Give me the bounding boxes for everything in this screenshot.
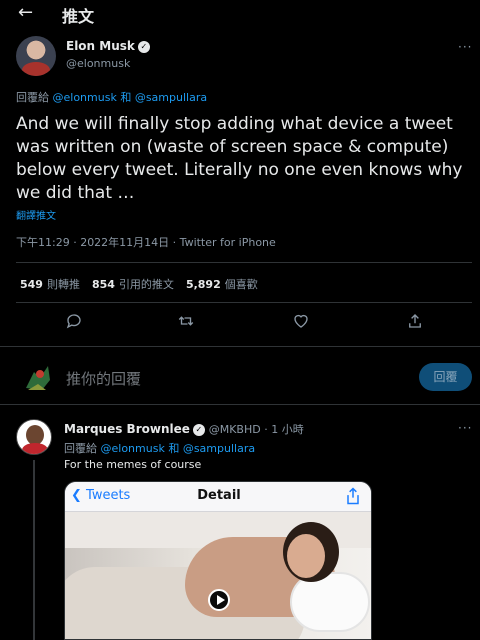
reply-input[interactable]: 推你的回覆 xyxy=(66,368,141,389)
likes-count: 5,892 xyxy=(185,278,221,291)
mention-link[interactable]: @sampullara xyxy=(135,91,207,104)
replying-prefix: 回覆給 xyxy=(64,442,97,455)
my-avatar[interactable] xyxy=(20,360,54,394)
photo-pillow xyxy=(290,572,370,632)
replying-and: 和 xyxy=(120,91,132,104)
media-share-icon xyxy=(343,485,363,511)
quotes-stat[interactable]: 854 引用的推文 xyxy=(92,276,174,292)
author-name-label: Elon Musk xyxy=(66,39,135,53)
replying-and: 和 xyxy=(168,442,180,455)
media-nav-title: Detail xyxy=(197,488,241,503)
mention-link[interactable]: @elonmusk xyxy=(101,442,165,455)
more-options-icon[interactable]: ··· xyxy=(458,421,472,435)
verified-badge-icon: ✓ xyxy=(137,40,150,53)
more-options-icon[interactable]: ··· xyxy=(458,40,472,54)
share-icon[interactable] xyxy=(406,312,424,330)
replying-prefix: 回覆給 xyxy=(16,91,49,104)
mention-link[interactable]: @sampullara xyxy=(183,442,255,455)
reply-icon[interactable] xyxy=(65,312,83,330)
reply-media[interactable]: ❮ Tweets Detail xyxy=(64,481,372,640)
like-icon[interactable] xyxy=(292,312,310,330)
photo-face xyxy=(287,534,325,578)
avatar-marques-brownlee[interactable] xyxy=(16,419,52,455)
retweets-label: 則轉推 xyxy=(46,278,80,291)
thread-line xyxy=(33,460,35,640)
reply-replying-to: 回覆給 @elonmusk 和 @sampullara xyxy=(64,440,255,456)
reply-header: Marques Brownlee ✓ @MKBHD · 1 小時 xyxy=(64,421,304,437)
likes-stat[interactable]: 5,892 個喜歡 xyxy=(186,276,258,292)
reply-author-handle[interactable]: @MKBHD xyxy=(209,423,261,436)
reply-text: For the memes of course xyxy=(64,458,202,471)
compose-reply: 推你的回覆 回覆 xyxy=(0,352,480,402)
tweet-actions xyxy=(0,312,480,336)
avatar-elon-musk[interactable] xyxy=(16,36,56,76)
replying-to: 回覆給 @elonmusk 和 @sampullara xyxy=(16,89,207,105)
retweets-stat[interactable]: 549 則轉推 xyxy=(20,276,80,292)
media-nav-bar: ❮ Tweets Detail xyxy=(65,482,371,512)
reply-button[interactable]: 回覆 xyxy=(419,363,472,391)
reply-author-name[interactable]: Marques Brownlee xyxy=(64,422,190,436)
reply-time: · 1 小時 xyxy=(260,423,304,436)
top-bar: ← 推文 xyxy=(0,0,480,28)
retweet-icon[interactable] xyxy=(177,312,195,330)
divider xyxy=(0,346,480,347)
author-handle[interactable]: @elonmusk xyxy=(66,57,130,70)
divider xyxy=(16,262,472,263)
tweet-stats: 549 則轉推 854 引用的推文 5,892 個喜歡 xyxy=(20,276,270,292)
page-title: 推文 xyxy=(62,7,95,26)
retweets-count: 549 xyxy=(20,278,43,291)
timestamp: 下午11:29 · 2022年11月14日 · xyxy=(16,236,180,249)
tweet-text: And we will finally stop adding what dev… xyxy=(16,114,463,203)
arrow-left-icon[interactable]: ← xyxy=(18,2,33,23)
verified-badge-icon: ✓ xyxy=(192,423,205,436)
quotes-count: 854 xyxy=(91,278,115,291)
quotes-label: 引用的推文 xyxy=(118,278,174,291)
media-photo xyxy=(65,512,371,639)
divider xyxy=(16,302,472,303)
tweet-meta: 下午11:29 · 2022年11月14日 · Twitter for iPho… xyxy=(16,234,276,250)
source-link[interactable]: Twitter for iPhone xyxy=(180,236,276,249)
translate-tweet-link[interactable]: 翻譯推文 xyxy=(16,207,56,222)
author-name[interactable]: Elon Musk ✓ xyxy=(66,39,150,53)
divider xyxy=(0,404,480,405)
likes-label: 個喜歡 xyxy=(224,278,258,291)
mention-link[interactable]: @elonmusk xyxy=(53,91,117,104)
play-button-icon[interactable] xyxy=(208,589,230,611)
